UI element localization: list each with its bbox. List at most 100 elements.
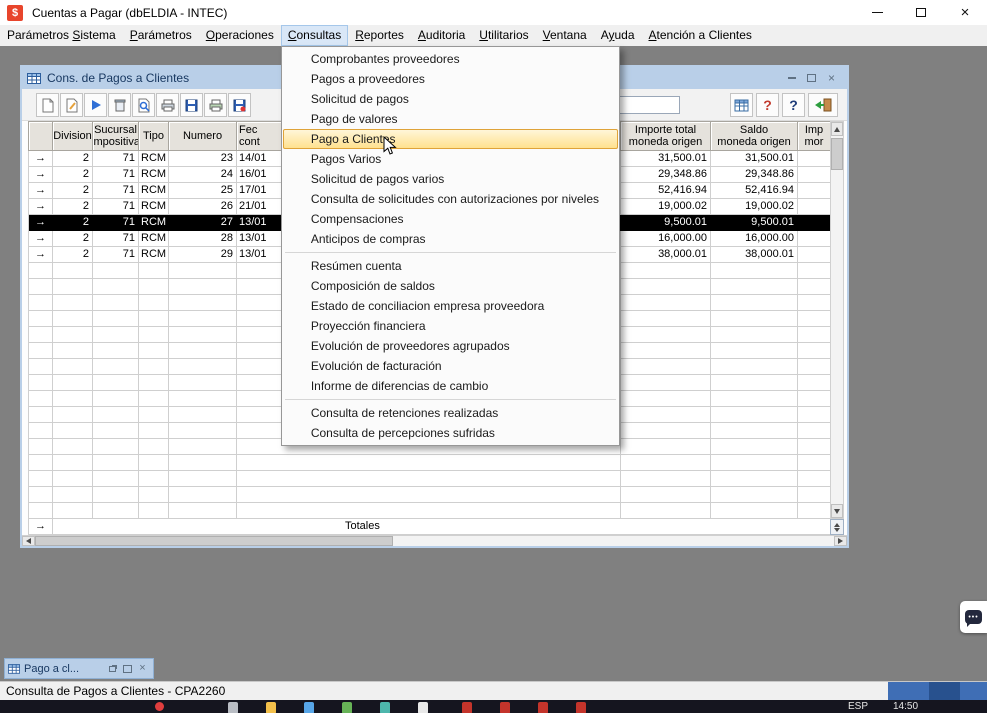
- menu-item-pagos-varios[interactable]: Pagos Varios: [283, 149, 618, 169]
- menu-item-solicitud-de-pagos-varios[interactable]: Solicitud de pagos varios: [283, 169, 618, 189]
- column-header-division[interactable]: Division: [53, 122, 93, 151]
- menu-separator: [285, 399, 616, 400]
- horizontal-scroll-thumb[interactable]: [35, 536, 393, 546]
- menu-item-informe-de-diferencias-de-cambio[interactable]: Informe de diferencias de cambio: [283, 376, 618, 396]
- column-header-numero[interactable]: Numero: [169, 122, 237, 151]
- child-minimize-button[interactable]: [783, 71, 800, 85]
- menu-item-pago-a-clientes[interactable]: Pago a Clientes: [283, 129, 618, 149]
- cell-importe-overflow: [798, 167, 831, 183]
- taskbar-icon-app-red-3[interactable]: [538, 702, 548, 713]
- cell-importe-overflow: [798, 391, 831, 407]
- preview-button[interactable]: [132, 93, 155, 117]
- menu-item-resumen-cuenta[interactable]: Resúmen cuenta: [283, 256, 618, 276]
- taskbar-icon-app-blue[interactable]: [304, 702, 314, 713]
- menu-item-pago-de-valores[interactable]: Pago de valores: [283, 109, 618, 129]
- export-button[interactable]: [228, 93, 251, 117]
- column-header-tipo[interactable]: Tipo: [139, 122, 169, 151]
- maximize-button[interactable]: [899, 0, 943, 25]
- table-icon: [734, 99, 749, 112]
- menu-item-compensaciones[interactable]: Compensaciones: [283, 209, 618, 229]
- help-button[interactable]: ?: [782, 93, 805, 117]
- vertical-scrollbar[interactable]: [830, 121, 844, 519]
- menubar-item-parametros-sistema[interactable]: Parámetros Sistema: [0, 25, 123, 46]
- cell-numero: 27: [169, 215, 237, 231]
- column-header-sucursal-impositiva[interactable]: Sucursalimpositiva: [93, 122, 139, 151]
- menu-item-comprobantes-proveedores[interactable]: Comprobantes proveedores: [283, 49, 618, 69]
- menubar-item-ventana[interactable]: Ventana: [536, 25, 594, 46]
- minimized-maximize-button[interactable]: [120, 662, 135, 675]
- horizontal-scrollbar[interactable]: [22, 535, 847, 546]
- clock[interactable]: 14:50: [893, 701, 918, 712]
- app-titlebar[interactable]: $ Cuentas a Pagar (dbELDIA - INTEC) ×: [0, 0, 987, 25]
- child-maximize-button[interactable]: [803, 71, 820, 85]
- menubar-item-operaciones[interactable]: Operaciones: [199, 25, 281, 46]
- menu-item-consulta-de-solicitudes-con-autorizaciones-por-niveles[interactable]: Consulta de solicitudes con autorizacion…: [283, 189, 618, 209]
- language-indicator[interactable]: ESP: [848, 701, 868, 712]
- menubar-item-auditoria[interactable]: Auditoria: [411, 25, 472, 46]
- vertical-scroll-thumb[interactable]: [831, 138, 843, 170]
- scroll-down-button[interactable]: [831, 504, 843, 518]
- menu-item-proyeccion-financiera[interactable]: Proyección financiera: [283, 316, 618, 336]
- menu-item-consulta-de-retenciones-realizadas[interactable]: Consulta de retenciones realizadas: [283, 403, 618, 423]
- child-close-button[interactable]: ×: [823, 71, 840, 85]
- column-header-saldo[interactable]: Saldomoneda origen: [711, 122, 798, 151]
- menubar-item-reportes[interactable]: Reportes: [348, 25, 411, 46]
- cell-row-indicator: →: [29, 183, 53, 199]
- menubar-item-utilitarios[interactable]: Utilitarios: [472, 25, 535, 46]
- print-setup-button[interactable]: [204, 93, 227, 117]
- grid-view-button[interactable]: [730, 93, 753, 117]
- menu-item-composicion-de-saldos[interactable]: Composición de saldos: [283, 276, 618, 296]
- minimized-restore-button[interactable]: [105, 662, 120, 675]
- context-help-button[interactable]: ?: [756, 93, 779, 117]
- taskbar-icon-app-teal[interactable]: [380, 702, 390, 713]
- menubar-item-atencion-a-clientes[interactable]: Atención a Clientes: [642, 25, 759, 46]
- cell-tipo: [139, 455, 169, 471]
- menu-item-consulta-de-percepciones-sufridas[interactable]: Consulta de percepciones sufridas: [283, 423, 618, 443]
- cell-importe-overflow: [798, 151, 831, 167]
- cell-numero: [169, 471, 237, 487]
- record-spinner[interactable]: [830, 519, 844, 535]
- menubar-item-consultas[interactable]: ConsultasComprobantes proveedoresPagos a…: [281, 25, 348, 46]
- cell-saldo: [711, 391, 798, 407]
- delete-record-button[interactable]: [108, 93, 131, 117]
- taskbar-icon-app-red-4[interactable]: [576, 702, 586, 713]
- taskbar-icon-record-dot[interactable]: [155, 702, 164, 711]
- chat-widget[interactable]: •••: [960, 601, 987, 633]
- taskbar-icon-app-white[interactable]: [418, 702, 428, 713]
- menu-item-anticipos-de-compras[interactable]: Anticipos de compras: [283, 229, 618, 249]
- menu-item-estado-de-conciliacion-empresa-proveedora[interactable]: Estado de conciliacion empresa proveedor…: [283, 296, 618, 316]
- print-button[interactable]: [156, 93, 179, 117]
- taskbar-icon-app-red-1[interactable]: [462, 702, 472, 713]
- menu-item-solicitud-de-pagos[interactable]: Solicitud de pagos: [283, 89, 618, 109]
- menu-item-evolucion-de-proveedores-agrupados[interactable]: Evolución de proveedores agrupados: [283, 336, 618, 356]
- cell-tipo: [139, 503, 169, 519]
- save-button[interactable]: [180, 93, 203, 117]
- column-header-importe-overflow[interactable]: Impmor: [798, 122, 831, 151]
- minimized-window[interactable]: Pago a cl... ×: [4, 658, 154, 679]
- taskbar-icon-app-red-2[interactable]: [500, 702, 510, 713]
- cell-importe-total: 9,500.01: [621, 215, 711, 231]
- column-header-importe-total[interactable]: Importe totalmoneda origen: [621, 122, 711, 151]
- menubar-item-ayuda[interactable]: Ayuda: [594, 25, 642, 46]
- menu-item-pagos-a-proveedores[interactable]: Pagos a proveedores: [283, 69, 618, 89]
- taskbar-icon-app-green[interactable]: [342, 702, 352, 713]
- close-button[interactable]: ×: [943, 0, 987, 25]
- cell-importe-overflow: [798, 455, 831, 471]
- edit-record-button[interactable]: [60, 93, 83, 117]
- minimize-button[interactable]: [855, 0, 899, 25]
- taskbar-icon-folder[interactable]: [266, 702, 276, 713]
- minimized-close-button[interactable]: ×: [135, 662, 150, 675]
- taskbar-icon-app-gray[interactable]: [228, 702, 238, 713]
- menu-item-evolucion-de-facturacion[interactable]: Evolución de facturación: [283, 356, 618, 376]
- menubar-item-parametros[interactable]: Parámetros: [123, 25, 199, 46]
- cell-saldo: [711, 423, 798, 439]
- cell-importe-overflow: [798, 407, 831, 423]
- run-query-button[interactable]: [84, 93, 107, 117]
- column-header-row-indicator[interactable]: [29, 122, 53, 151]
- scroll-up-button[interactable]: [831, 122, 843, 136]
- scroll-right-button[interactable]: [834, 536, 847, 546]
- scroll-left-button[interactable]: [22, 536, 35, 546]
- new-record-button[interactable]: [36, 93, 59, 117]
- exit-button[interactable]: [808, 93, 838, 117]
- totals-label: Totales: [53, 519, 831, 535]
